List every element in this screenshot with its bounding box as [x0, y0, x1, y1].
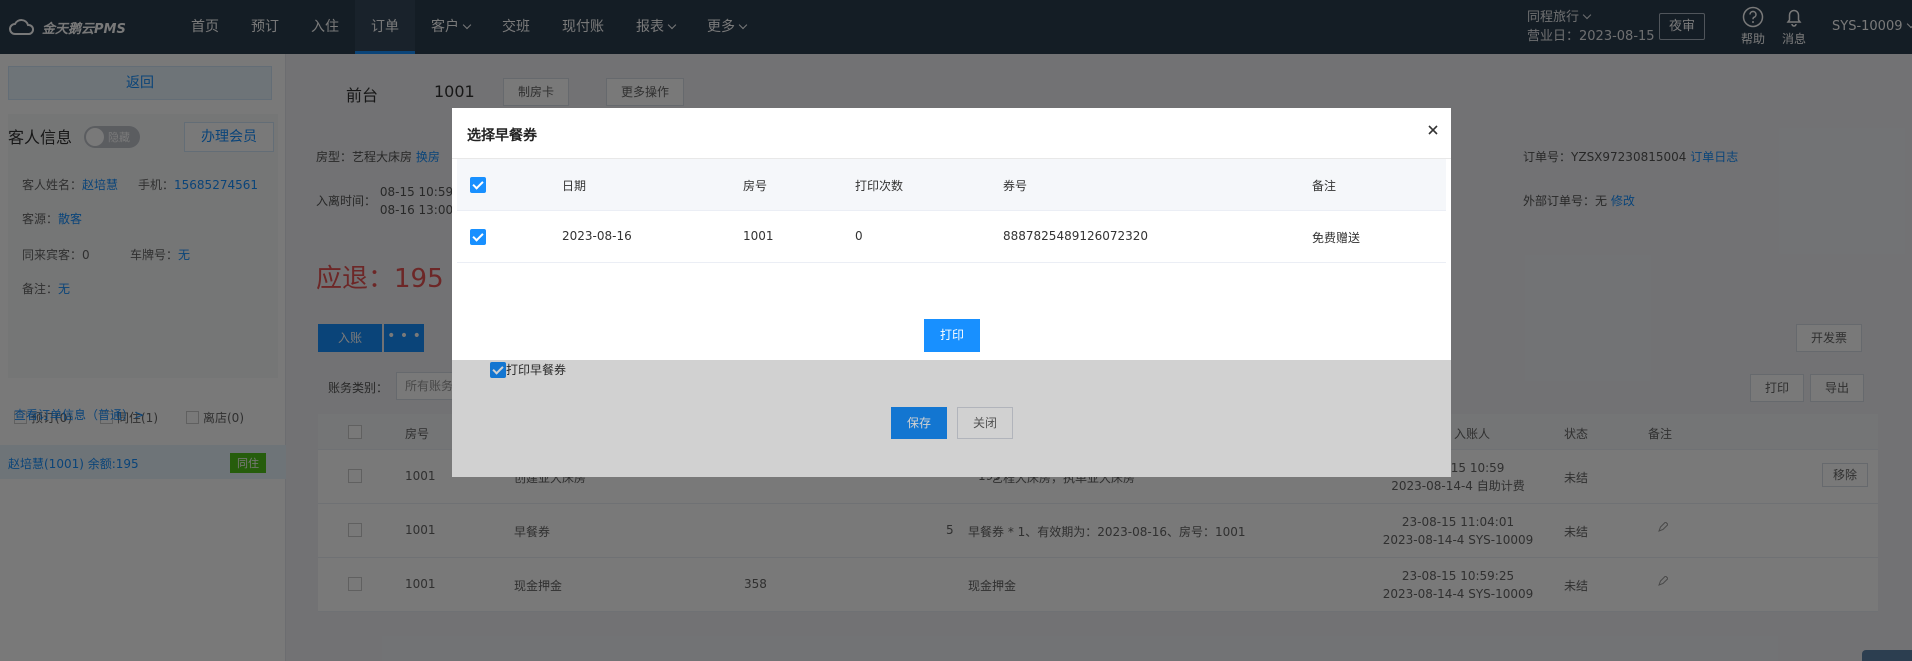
col-remark: 备注	[1312, 179, 1337, 193]
row-checkbox[interactable]	[470, 229, 486, 245]
table-row[interactable]: 2023-08-16 1001 0 8887825489126072320 免费…	[457, 211, 1446, 263]
scroll-to-top-button[interactable]	[1862, 650, 1912, 661]
col-voucher-number: 券号	[1003, 179, 1028, 193]
close-icon[interactable]	[1425, 122, 1441, 138]
col-date: 日期	[562, 179, 587, 193]
dialog-title: 选择早餐券	[467, 128, 537, 144]
col-print-count: 打印次数	[855, 179, 904, 193]
table-header: 日期 房号 打印次数 券号 备注	[457, 159, 1446, 211]
col-room: 房号	[743, 179, 768, 193]
print-button[interactable]: 打印	[924, 319, 980, 352]
voucher-table: 日期 房号 打印次数 券号 备注 2023-08-16 1001 0 88878…	[457, 159, 1446, 263]
select-breakfast-voucher-dialog: 选择早餐券 日期 房号 打印次数 券号 备注 2023-08-16 1001 0…	[452, 108, 1451, 360]
select-all-checkbox[interactable]	[470, 177, 486, 193]
